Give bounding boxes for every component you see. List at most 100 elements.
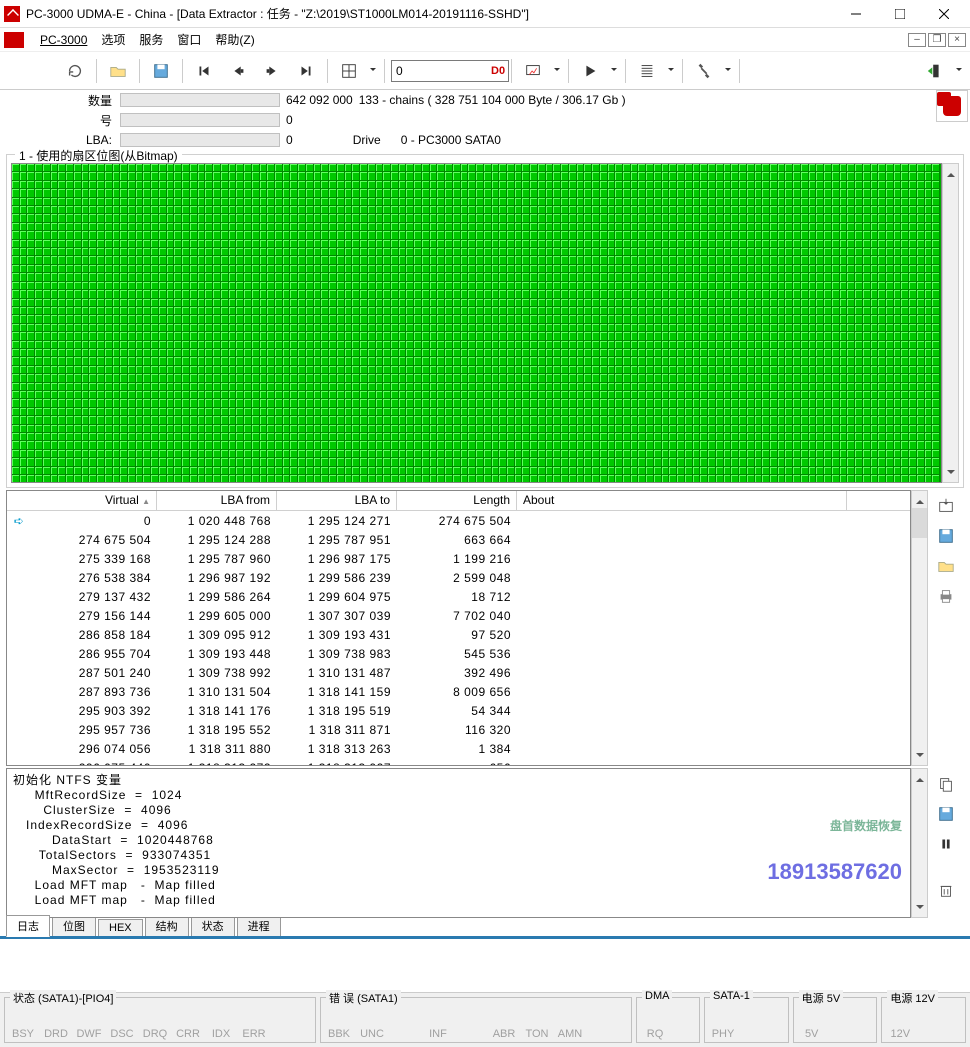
window-title: PC-3000 UDMA-E - China - [Data Extractor… xyxy=(26,5,834,22)
table-row[interactable]: 287 893 7361 310 131 5041 318 141 1598 0… xyxy=(7,682,910,701)
table-scrollbar[interactable] xyxy=(911,490,928,766)
export-button[interactable] xyxy=(932,494,960,518)
table-row[interactable]: 286 858 1841 309 095 9121 309 193 43197 … xyxy=(7,625,910,644)
menu-services[interactable]: 服务 xyxy=(133,29,169,50)
menu-window[interactable]: 窗口 xyxy=(171,29,207,50)
log-pause-button[interactable] xyxy=(932,832,960,856)
maximize-button[interactable] xyxy=(878,0,922,28)
tab-4[interactable]: 状态 xyxy=(191,915,235,936)
menu-help[interactable]: 帮助(Z) xyxy=(209,29,260,50)
mdi-min-icon[interactable]: – xyxy=(908,33,926,47)
status-led: BSY xyxy=(7,1028,39,1040)
map-action-button[interactable] xyxy=(518,57,548,85)
mdi-controls: – ❐ × xyxy=(908,33,966,47)
open-button[interactable] xyxy=(103,57,133,85)
cell: 1 309 193 448 xyxy=(157,646,277,662)
density-button[interactable] xyxy=(632,57,662,85)
col-virtual[interactable]: Virtual ▲ xyxy=(7,491,157,510)
cell: 0 xyxy=(31,513,157,529)
table-row[interactable]: 286 955 7041 309 193 4481 309 738 983545… xyxy=(7,644,910,663)
drive-dock-icon[interactable] xyxy=(936,90,968,122)
tab-2[interactable]: HEX xyxy=(98,919,143,936)
mdi-close-icon[interactable]: × xyxy=(948,33,966,47)
status-led: DRD xyxy=(40,1028,72,1040)
table-row[interactable]: 275 339 1681 295 787 9601 296 987 1751 1… xyxy=(7,549,910,568)
tab-5[interactable]: 进程 xyxy=(237,915,281,936)
bitmap-scrollbar[interactable] xyxy=(942,163,959,483)
table-row[interactable]: 287 501 2401 309 738 9921 310 131 487392… xyxy=(7,663,910,682)
print-button[interactable] xyxy=(932,584,960,608)
sata1-label: SATA-1 xyxy=(710,990,753,1002)
scroll-up-icon[interactable] xyxy=(912,491,927,508)
refresh-button[interactable] xyxy=(60,57,90,85)
table-row[interactable]: 279 156 1441 299 605 0001 307 307 0397 7… xyxy=(7,606,910,625)
tab-1[interactable]: 位图 xyxy=(52,915,96,936)
nav-last-button[interactable] xyxy=(291,57,321,85)
scroll-thumb[interactable] xyxy=(912,508,927,748)
map-action-dropdown[interactable] xyxy=(552,57,562,85)
col-about[interactable]: About xyxy=(517,491,847,510)
nav-first-button[interactable] xyxy=(189,57,219,85)
cell: 1 318 313 263 xyxy=(277,741,397,757)
status-led: AMN xyxy=(554,1028,586,1040)
scroll-track[interactable] xyxy=(912,786,927,900)
cell: 1 310 131 487 xyxy=(277,665,397,681)
table-row[interactable]: 274 675 5041 295 124 2881 295 787 951663… xyxy=(7,530,910,549)
log-panel[interactable]: 初始化 NTFS 变量 MftRecordSize = 1024 Cluster… xyxy=(6,768,911,918)
menubar: PC-3000 选项 服务 窗口 帮助(Z) – ❐ × xyxy=(0,28,970,52)
mdi-restore-icon[interactable]: ❐ xyxy=(928,33,946,47)
table-row[interactable]: ➪01 020 448 7681 295 124 271274 675 504 xyxy=(7,511,910,530)
col-length[interactable]: Length xyxy=(397,491,517,510)
table-row[interactable]: 295 903 3921 318 141 1761 318 195 51954 … xyxy=(7,701,910,720)
play-dropdown[interactable] xyxy=(609,57,619,85)
log-clear-button[interactable] xyxy=(932,878,960,902)
scroll-track[interactable] xyxy=(943,181,958,465)
titlebar: PC-3000 UDMA-E - China - [Data Extractor… xyxy=(0,0,970,28)
table-row[interactable]: 296 075 4401 318 313 2721 318 313 927656 xyxy=(7,758,910,765)
scroll-up-icon[interactable] xyxy=(912,769,927,786)
menu-app[interactable]: PC-3000 xyxy=(34,31,93,49)
status-led: TON xyxy=(521,1028,553,1040)
tab-0[interactable]: 日志 xyxy=(6,915,50,937)
tools-button[interactable] xyxy=(689,57,719,85)
open-list-button[interactable] xyxy=(932,554,960,578)
exit-dropdown[interactable] xyxy=(954,57,964,85)
play-button[interactable] xyxy=(575,57,605,85)
minimize-button[interactable] xyxy=(834,0,878,28)
scroll-down-icon[interactable] xyxy=(943,465,958,482)
watermark: 盘首数据恢复 18913587620 xyxy=(767,789,902,909)
chains-text: 133 - chains ( 328 751 104 000 Byte / 30… xyxy=(353,93,626,107)
chain-table[interactable]: Virtual ▲LBA fromLBA toLengthAbout ➪01 0… xyxy=(6,490,911,766)
table-row[interactable]: 279 137 4321 299 586 2641 299 604 97518 … xyxy=(7,587,910,606)
table-row[interactable]: 276 538 3841 296 987 1921 299 586 2392 5… xyxy=(7,568,910,587)
grid-dropdown[interactable] xyxy=(368,57,378,85)
col-lba-to[interactable]: LBA to xyxy=(277,491,397,510)
close-button[interactable] xyxy=(922,0,966,28)
table-row[interactable]: 295 957 7361 318 195 5521 318 311 871116… xyxy=(7,720,910,739)
tab-3[interactable]: 结构 xyxy=(145,915,189,936)
scroll-down-icon[interactable] xyxy=(912,748,927,765)
log-copy-button[interactable] xyxy=(932,772,960,796)
log-scrollbar[interactable] xyxy=(911,768,928,918)
cell: 1 318 141 159 xyxy=(277,684,397,700)
grid-toggle-button[interactable] xyxy=(334,57,364,85)
table-row[interactable]: 296 074 0561 318 311 8801 318 313 2631 3… xyxy=(7,739,910,758)
menu-options[interactable]: 选项 xyxy=(95,29,131,50)
log-save-button[interactable] xyxy=(932,802,960,826)
sector-bitmap[interactable] xyxy=(11,163,942,483)
nav-prev-block-button[interactable] xyxy=(223,57,253,85)
cell: 1 296 987 192 xyxy=(157,570,277,586)
save-list-button[interactable] xyxy=(932,524,960,548)
nav-next-block-button[interactable] xyxy=(257,57,287,85)
density-dropdown[interactable] xyxy=(666,57,676,85)
exit-button[interactable] xyxy=(920,57,950,85)
tools-dropdown[interactable] xyxy=(723,57,733,85)
scroll-up-icon[interactable] xyxy=(943,164,958,181)
info-qty-row: 数量 642 092 000 133 - chains ( 328 751 10… xyxy=(0,90,970,110)
cell: 1 295 787 951 xyxy=(277,532,397,548)
save-button[interactable] xyxy=(146,57,176,85)
hao-value: 0 xyxy=(280,113,293,127)
scroll-down-icon[interactable] xyxy=(912,900,927,917)
table-body[interactable]: ➪01 020 448 7681 295 124 271274 675 5042… xyxy=(7,511,910,765)
col-lba-from[interactable]: LBA from xyxy=(157,491,277,510)
